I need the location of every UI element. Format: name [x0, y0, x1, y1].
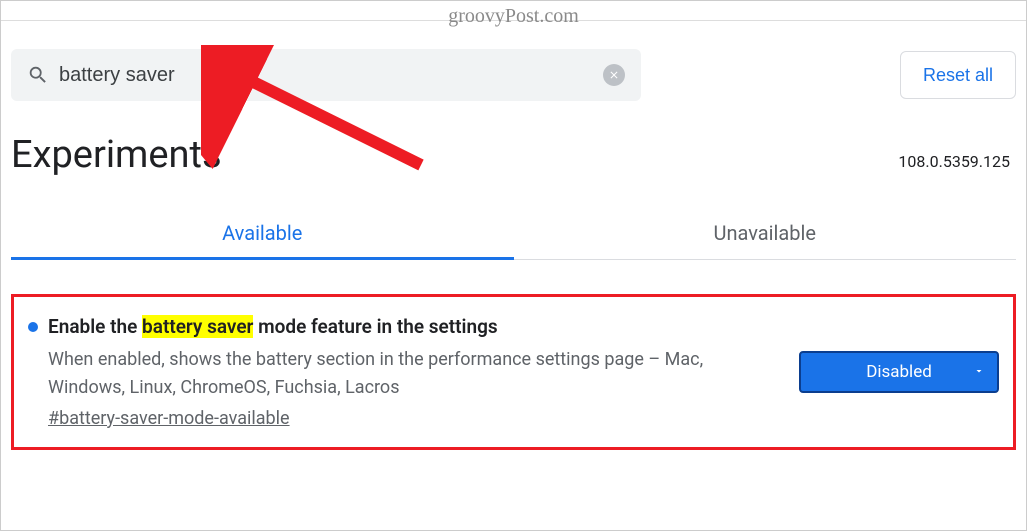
- flag-row: Enable the battery saver mode feature in…: [11, 294, 1016, 450]
- flag-state-select[interactable]: Disabled: [799, 351, 999, 393]
- flag-hash-link[interactable]: #battery-saver-mode-available: [28, 408, 290, 429]
- reset-all-button[interactable]: Reset all: [900, 51, 1016, 99]
- page-title: Experiments: [11, 133, 222, 177]
- tabs: Available Unavailable: [11, 207, 1016, 260]
- search-input[interactable]: [49, 64, 603, 87]
- flag-title-pre: Enable the: [48, 315, 142, 338]
- modified-dot-icon: [28, 322, 38, 332]
- clear-search-button[interactable]: [603, 64, 625, 86]
- close-icon: [608, 69, 620, 81]
- flag-state-value: Disabled: [866, 362, 932, 382]
- flag-title-highlight: battery saver: [142, 315, 253, 338]
- flag-title-post: mode feature in the settings: [253, 315, 497, 338]
- search-icon: [27, 64, 49, 86]
- flag-title: Enable the battery saver mode feature in…: [28, 315, 779, 338]
- tab-available[interactable]: Available: [11, 207, 514, 259]
- top-divider: [1, 1, 1026, 21]
- chevron-down-icon: [973, 362, 985, 382]
- tab-unavailable[interactable]: Unavailable: [514, 207, 1017, 259]
- flag-description: When enabled, shows the battery section …: [28, 346, 779, 402]
- version-text: 108.0.5359.125: [898, 152, 1016, 173]
- search-box[interactable]: [11, 49, 641, 101]
